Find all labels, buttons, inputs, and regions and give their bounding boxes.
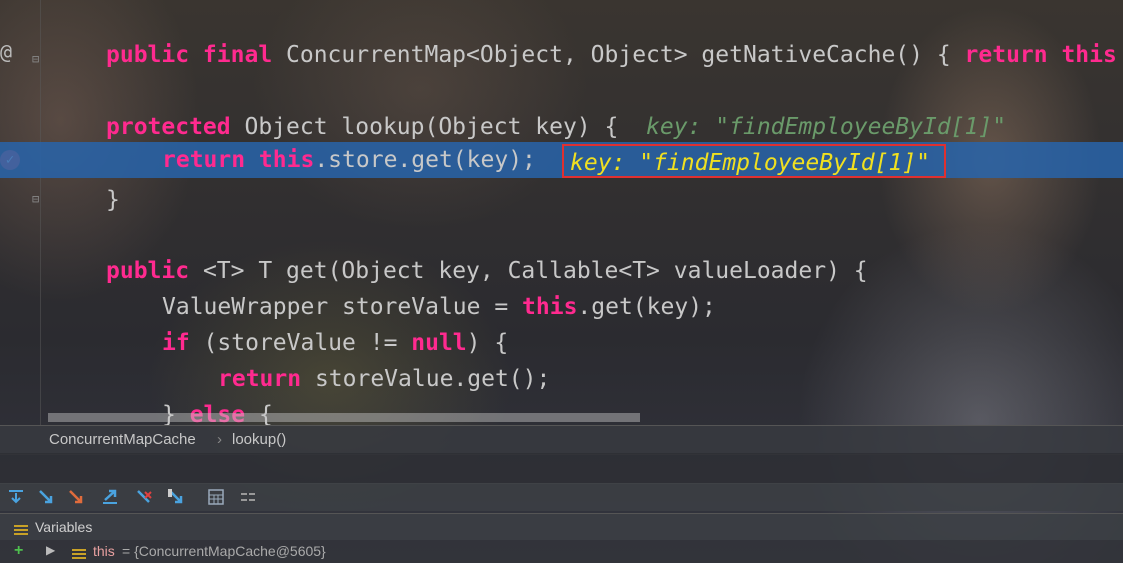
- keyword: return: [218, 366, 302, 392]
- add-watch-icon[interactable]: +: [14, 542, 23, 560]
- breadcrumb-class[interactable]: ConcurrentMapCache: [49, 431, 196, 448]
- keyword: null: [411, 330, 467, 356]
- debug-toolbar: [0, 483, 1123, 511]
- code-line-6: ValueWrapper storeValue = this.get(key);: [0, 289, 1123, 325]
- run-to-cursor-icon[interactable]: [166, 487, 186, 507]
- variables-header: Variables: [0, 513, 1123, 540]
- variables-icon: [14, 522, 28, 535]
- keyword: this: [522, 294, 578, 320]
- code-text: ValueWrapper storeValue =: [162, 294, 523, 320]
- code-editor[interactable]: @ ⊟ ✓ ⊟ public final ConcurrentMap<Objec…: [0, 0, 1123, 425]
- keyword: protected: [106, 114, 231, 140]
- code-text: Object lookup(Object key) {: [230, 114, 647, 140]
- code-line-2: protected Object lookup(Object key) { ke…: [0, 109, 1123, 145]
- step-into-icon[interactable]: [66, 487, 86, 507]
- code-text: <T> T get(Object key, Callable<T> valueL…: [189, 258, 868, 284]
- horizontal-scrollbar[interactable]: [48, 413, 640, 422]
- expand-arrow-icon[interactable]: ▶: [46, 543, 55, 557]
- keyword: return this: [162, 147, 315, 173]
- trace-icon[interactable]: [238, 487, 258, 507]
- code-text: storeValue.get();: [301, 366, 551, 392]
- show-execution-point-icon[interactable]: [6, 487, 26, 507]
- code-text: ConcurrentMap<Object, Object> getNativeC…: [272, 42, 965, 68]
- inline-hint: key: "findEmployeeById[1]": [646, 114, 1007, 140]
- code-text: }: [106, 187, 120, 213]
- code-line-5: public <T> T get(Object key, Callable<T>…: [0, 253, 1123, 289]
- code-text: ) {: [466, 330, 509, 356]
- keyword: if: [162, 330, 190, 356]
- breadcrumb-separator: ›: [217, 431, 222, 448]
- code-text: (storeValue !=: [189, 330, 412, 356]
- code-text: .store.get(key);: [314, 147, 536, 173]
- step-over-icon[interactable]: [36, 487, 56, 507]
- code-line-1: public final ConcurrentMap<Object, Objec…: [0, 37, 1123, 73]
- step-out-icon[interactable]: [100, 487, 120, 507]
- code-text: .get(key);: [577, 294, 716, 320]
- code-line-7: if (storeValue != null) {: [0, 325, 1123, 361]
- variables-title: Variables: [35, 519, 93, 535]
- debug-tab-bar: [0, 453, 1123, 484]
- field-icon: [72, 546, 86, 559]
- drop-frame-icon[interactable]: [134, 487, 154, 507]
- breadcrumb: ConcurrentMapCache › lookup(): [0, 425, 1123, 455]
- variable-value: = {ConcurrentMapCache@5605}: [122, 543, 326, 559]
- keyword: public final: [106, 42, 273, 68]
- evaluate-expression-icon[interactable]: [206, 487, 226, 507]
- execution-line: return this.store.get(key); key: "findEm…: [0, 142, 1123, 178]
- code-line-8: return storeValue.get();: [0, 361, 1123, 397]
- breadcrumb-method[interactable]: lookup(): [232, 431, 286, 448]
- variable-name: this: [93, 543, 115, 559]
- variable-row[interactable]: + ▶ this = {ConcurrentMapCache@5605}: [0, 540, 1123, 563]
- keyword: return this: [964, 42, 1117, 68]
- inline-value-highlight: key: "findEmployeeById[1]": [562, 144, 946, 178]
- keyword: public: [106, 258, 190, 284]
- code-line-4: }: [0, 182, 1123, 218]
